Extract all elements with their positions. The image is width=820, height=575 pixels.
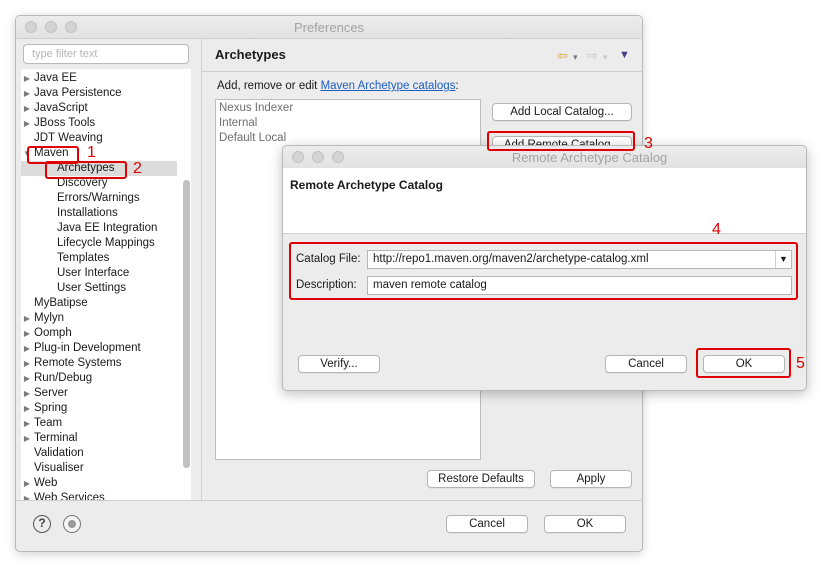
- tree-item-label: Oomph: [34, 327, 72, 339]
- annotation-number: 5: [796, 355, 805, 372]
- header-divider: [202, 71, 642, 72]
- footer-divider: [16, 500, 642, 501]
- tree-item-label: Terminal: [34, 432, 78, 444]
- tree-item-label: User Interface: [57, 267, 130, 279]
- back-dropdown-icon[interactable]: ▾: [573, 52, 578, 63]
- catalog-item[interactable]: Nexus Indexer: [219, 102, 293, 114]
- help-icon[interactable]: ?: [33, 515, 51, 533]
- dialog-close-button[interactable]: [292, 151, 304, 163]
- dialog-heading: Remote Archetype Catalog: [290, 178, 443, 192]
- forward-icon[interactable]: ⇨: [587, 48, 598, 64]
- highlight-archetypes: [45, 161, 127, 179]
- restore-defaults-button[interactable]: Restore Defaults: [427, 470, 535, 488]
- verify-button[interactable]: Verify...: [298, 355, 380, 373]
- tree-item-label: User Settings: [57, 282, 127, 294]
- back-icon[interactable]: ⇦: [557, 48, 568, 64]
- expand-arrow-icon[interactable]: ▶: [23, 431, 31, 446]
- expand-arrow-icon[interactable]: ▶: [23, 311, 31, 326]
- description-suffix: :: [455, 80, 459, 92]
- expand-arrow-icon[interactable]: ▶: [23, 116, 31, 131]
- dialog-cancel-button[interactable]: Cancel: [605, 355, 687, 373]
- tree-item-label: MyBatipse: [34, 297, 88, 309]
- screen: { "main_window": { "title": "Preferences…: [0, 0, 820, 575]
- expand-arrow-icon[interactable]: ▶: [23, 401, 31, 416]
- catalog-item[interactable]: Default Local: [219, 132, 286, 144]
- expand-arrow-icon[interactable]: ▶: [23, 371, 31, 386]
- tree-item-label: Validation: [34, 447, 84, 459]
- highlight-fields: [289, 242, 798, 300]
- tree-item-label: Lifecycle Mappings: [57, 237, 155, 249]
- titlebar: Preferences: [16, 16, 642, 39]
- expand-arrow-icon[interactable]: ▶: [23, 101, 31, 116]
- dialog-minimize-button[interactable]: [312, 151, 324, 163]
- forward-dropdown-icon[interactable]: ▾: [603, 52, 608, 63]
- import-export-icon[interactable]: [63, 515, 81, 533]
- description-prefix: Add, remove or edit: [217, 80, 321, 92]
- expand-arrow-icon[interactable]: ▶: [23, 86, 31, 101]
- page-description: Add, remove or edit Maven Archetype cata…: [217, 80, 459, 92]
- expand-arrow-icon[interactable]: ▶: [23, 476, 31, 491]
- ok-button[interactable]: OK: [544, 515, 626, 533]
- tree-item-label: Java EE Integration: [57, 222, 158, 234]
- dialog-title: Remote Archetype Catalog: [511, 150, 668, 165]
- add-local-catalog-button[interactable]: Add Local Catalog...: [492, 103, 632, 121]
- annotation-number: 2: [133, 160, 142, 177]
- tree-item-label: Web: [34, 477, 58, 489]
- annotation-number: 3: [644, 135, 653, 152]
- catalog-item[interactable]: Internal: [219, 117, 257, 129]
- tree-item-label: Server: [34, 387, 68, 399]
- expand-arrow-icon[interactable]: ▶: [23, 416, 31, 431]
- highlight-ok: [696, 348, 791, 378]
- apply-button[interactable]: Apply: [550, 470, 632, 488]
- tree-item-label: JavaScript: [34, 102, 88, 114]
- tree-item-label: Java Persistence: [34, 87, 122, 99]
- tree-item-label: Java EE: [34, 72, 77, 84]
- annotation-number: 1: [87, 144, 96, 161]
- tree-item-label: Installations: [57, 207, 118, 219]
- window-title: Preferences: [293, 20, 365, 35]
- tree-item-label: Team: [34, 417, 63, 429]
- tree-item-label: Visualiser: [34, 462, 84, 474]
- archetype-catalogs-link[interactable]: Maven Archetype catalogs: [321, 80, 456, 92]
- tree-item-label: Plug-in Development: [34, 342, 141, 354]
- tree-item-label: Remote Systems: [34, 357, 122, 369]
- tree-item-label: Run/Debug: [34, 372, 93, 384]
- page-title: Archetypes: [215, 47, 286, 62]
- tree-item-label: Errors/Warnings: [57, 192, 140, 204]
- highlight-add-remote: [487, 131, 635, 151]
- filter-input[interactable]: [23, 44, 189, 64]
- expand-arrow-icon[interactable]: ▶: [23, 386, 31, 401]
- expand-arrow-icon[interactable]: ▶: [23, 326, 31, 341]
- tree-item-label: Templates: [57, 252, 110, 264]
- tree-item-label: JBoss Tools: [34, 117, 96, 129]
- view-menu-icon[interactable]: ▼: [619, 49, 630, 61]
- expand-arrow-icon[interactable]: ▶: [23, 71, 31, 86]
- tree-scrollbar[interactable]: [183, 180, 190, 468]
- cancel-button[interactable]: Cancel: [446, 515, 528, 533]
- expand-arrow-icon[interactable]: ▶: [23, 356, 31, 371]
- pane-divider[interactable]: [201, 38, 202, 500]
- tree-item-label: Mylyn: [34, 312, 65, 324]
- preference-tree: ▶ Java EE ▶ Java Persistence ▶ JavaScript ▶ JBo…: [21, 69, 191, 501]
- expand-arrow-icon[interactable]: ▶: [23, 341, 31, 356]
- tree-item-label: Spring: [34, 402, 68, 414]
- dialog-zoom-button[interactable]: [332, 151, 344, 163]
- annotation-number: 4: [712, 221, 721, 238]
